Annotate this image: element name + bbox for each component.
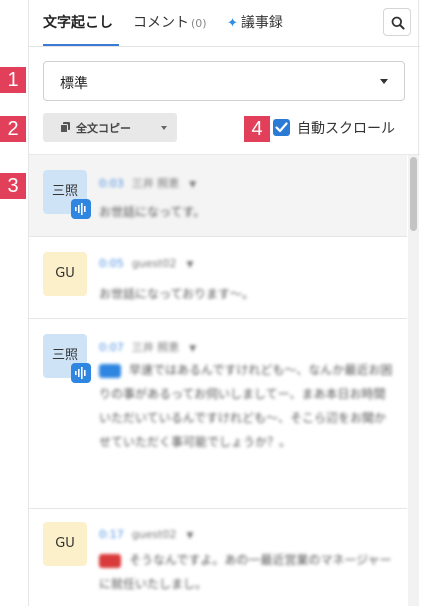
label-tag	[99, 363, 121, 378]
entry-meta: 0:07 三井 照恵 ▼	[99, 339, 196, 355]
entry-time[interactable]: 0:07	[99, 341, 124, 354]
search-icon	[391, 16, 405, 30]
copy-icon	[60, 122, 70, 133]
entry-text-block: 早速ではあるんですけれども〜、なんか最近お困りの事があるってお伺いしましてー、ま…	[99, 358, 395, 454]
speaker-name: guest02	[131, 528, 177, 541]
caret-down-icon[interactable]: ▼	[186, 531, 193, 541]
annotation-marker-3: 3	[0, 173, 26, 199]
entry-time[interactable]: 0:03	[99, 177, 124, 190]
mode-select-value: 標準	[60, 76, 88, 92]
tab-comment[interactable]: コメント (0)	[133, 12, 207, 32]
active-tab-indicator	[43, 44, 119, 46]
speaker-name: guest02	[131, 257, 177, 270]
annotation-marker-2: 2	[0, 116, 26, 142]
entry-text: お世話になっております〜。	[99, 287, 255, 301]
speaker-name: 三井 照恵	[131, 341, 180, 354]
search-button[interactable]	[383, 8, 411, 36]
tab-comment-label: コメント	[133, 15, 189, 31]
transcript-list: 三照 0:03 三井 照恵 ▼ お世話になってす。 GU 0:05 guest02 ▼ …	[29, 155, 407, 606]
transcript-entry[interactable]: 三照 0:03 三井 照恵 ▼ お世話になってす。	[29, 155, 407, 237]
transcript-panel: 文字起こし コメント (0) ✦ 議事録 標準 全文コピー 自動スクロール 三照 0…	[28, 0, 420, 606]
copy-all-label: 全文コピー	[76, 122, 131, 135]
comment-count: (0)	[191, 17, 207, 30]
annotation-marker-1: 1	[0, 67, 26, 93]
speaker-audio-icon	[71, 363, 91, 383]
checkmark-icon	[275, 122, 288, 133]
tab-minutes-label: 議事録	[240, 15, 283, 31]
avatar: GU	[43, 522, 87, 566]
caret-down-icon[interactable]: ▼	[186, 260, 193, 270]
transcript-entry[interactable]: GU 0:05 guest02 ▼ お世話になっております〜。	[29, 237, 407, 319]
tab-transcript[interactable]: 文字起こし	[43, 12, 113, 32]
entry-meta: 0:03 三井 照恵 ▼	[99, 175, 196, 191]
auto-scroll-checkbox[interactable]	[273, 119, 290, 136]
tab-minutes[interactable]: ✦ 議事録	[227, 12, 283, 32]
entry-meta: 0:17 guest02 ▼	[99, 528, 193, 541]
entry-text: 早速ではあるんですけれども〜、なんか最近お困りの事があるってお伺いしましてー、ま…	[99, 363, 393, 449]
transcript-entry[interactable]: GU 0:17 guest02 ▼ そうなんですよ。あの一最近営業のマネージャーに就…	[29, 509, 407, 606]
chevron-down-icon	[380, 79, 388, 84]
entry-text: そうなんですよ。あの一最近営業のマネージャーに就任いたしまし。	[99, 553, 392, 591]
caret-down-icon[interactable]: ▼	[189, 180, 196, 190]
entry-time[interactable]: 0:17	[99, 528, 124, 541]
mode-select[interactable]: 標準	[43, 61, 405, 101]
entry-text: お世話になってす。	[99, 205, 206, 219]
caret-down-icon[interactable]: ▼	[189, 344, 196, 354]
copy-dropdown-arrow-icon[interactable]	[161, 126, 167, 130]
speaker-name: 三井 照恵	[131, 177, 180, 190]
label-tag	[99, 553, 121, 568]
entry-meta: 0:05 guest02 ▼	[99, 257, 193, 270]
tab-bar: 文字起こし コメント (0) ✦ 議事録	[29, 0, 420, 47]
entry-time[interactable]: 0:05	[99, 257, 124, 270]
sparkle-icon: ✦	[227, 16, 238, 31]
speaker-audio-icon	[71, 199, 91, 219]
avatar: GU	[43, 252, 87, 296]
auto-scroll-label: 自動スクロール	[297, 121, 395, 137]
copy-all-button[interactable]: 全文コピー	[43, 113, 177, 142]
transcript-entry[interactable]: 三照 0:07 三井 照恵 ▼ 早速ではあるんですけれども〜、なんか最近お困りの事が…	[29, 319, 407, 509]
scrollbar-thumb[interactable]	[410, 157, 417, 231]
entry-text-block: そうなんですよ。あの一最近営業のマネージャーに就任いたしまし。	[99, 548, 395, 596]
annotation-marker-4: 4	[244, 116, 270, 142]
scrollbar[interactable]	[408, 155, 419, 606]
